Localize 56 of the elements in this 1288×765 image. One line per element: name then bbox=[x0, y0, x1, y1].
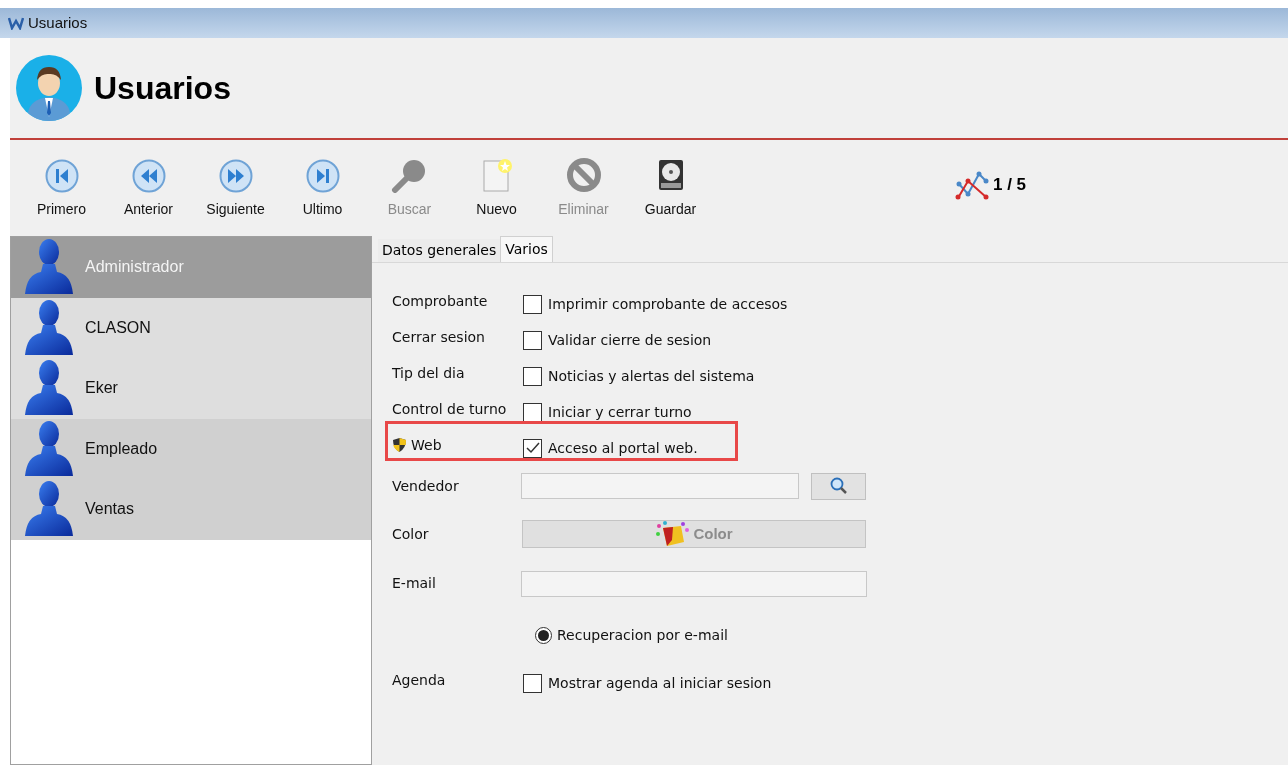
checkbox[interactable] bbox=[523, 294, 542, 314]
radio-button[interactable] bbox=[535, 626, 552, 644]
user-list-item[interactable]: Empleado bbox=[11, 418, 371, 479]
checkbox[interactable] bbox=[523, 330, 542, 350]
checkbox-label: Noticias y alertas del sistema bbox=[548, 366, 755, 386]
person-icon bbox=[23, 419, 75, 478]
email-field[interactable] bbox=[521, 570, 867, 597]
toolbar-button[interactable]: Guardar bbox=[627, 156, 714, 220]
field-label: Tip del dia bbox=[392, 363, 465, 383]
checkbox[interactable] bbox=[523, 438, 542, 458]
record-counter: 1 / 5 bbox=[993, 174, 1027, 197]
tab[interactable]: Varios bbox=[500, 236, 553, 262]
checkbox-label: Acceso al portal web. bbox=[548, 438, 698, 458]
person-icon bbox=[23, 480, 75, 539]
person-icon bbox=[23, 359, 75, 418]
user-list-item[interactable]: CLASON bbox=[11, 297, 371, 358]
rewind-icon bbox=[131, 158, 166, 193]
tab[interactable]: Datos generales bbox=[378, 239, 501, 262]
user-list-item[interactable]: Ventas bbox=[11, 479, 371, 540]
toolbar-button[interactable]: Siguiente bbox=[192, 158, 279, 220]
radio-label: Recuperacion por e-mail bbox=[557, 625, 728, 645]
fast-forward-icon bbox=[218, 158, 253, 193]
input-field[interactable] bbox=[521, 473, 799, 499]
toolbar-button[interactable]: Primero bbox=[18, 158, 105, 220]
field-label: E-mail bbox=[392, 574, 436, 593]
toolbar-button[interactable]: Ultimo bbox=[279, 158, 366, 220]
window-title: Usuarios bbox=[28, 12, 88, 33]
checkbox-label: Iniciar y cerrar turno bbox=[548, 402, 692, 422]
field-label: Comprobante bbox=[392, 291, 488, 311]
field-label: Color bbox=[392, 524, 429, 544]
checkbox[interactable] bbox=[523, 366, 542, 386]
page-title: Usuarios bbox=[94, 69, 231, 108]
checkbox-label: Imprimir comprobante de accesos bbox=[548, 294, 788, 314]
person-icon bbox=[23, 298, 75, 357]
user-list-item[interactable]: Eker bbox=[11, 358, 371, 419]
paint-bucket-icon bbox=[655, 520, 692, 548]
field-label: Cerrar sesion bbox=[392, 327, 485, 347]
no-entry-icon bbox=[565, 156, 602, 193]
field-label: Agenda bbox=[392, 670, 446, 690]
checkbox[interactable] bbox=[523, 673, 542, 693]
checkbox[interactable] bbox=[523, 402, 542, 422]
toolbar-button[interactable]: Nuevo bbox=[453, 156, 540, 220]
skip-last-icon bbox=[305, 158, 340, 193]
person-icon bbox=[23, 238, 75, 297]
user-avatar-icon bbox=[16, 55, 82, 121]
field-label: Web bbox=[411, 435, 442, 455]
field-label: Vendedor bbox=[392, 476, 459, 496]
toolbar-button[interactable]: Anterior bbox=[105, 158, 192, 220]
chart-lines-icon bbox=[955, 170, 989, 200]
search-button[interactable] bbox=[811, 472, 866, 500]
checkbox-label: Mostrar agenda al iniciar sesion bbox=[548, 673, 772, 693]
field-label: Control de turno bbox=[392, 399, 507, 419]
skip-first-icon bbox=[44, 158, 79, 193]
checkbox-label: Validar cierre de sesion bbox=[548, 330, 712, 350]
search-icon bbox=[829, 477, 848, 495]
app-logo-icon bbox=[8, 16, 24, 30]
